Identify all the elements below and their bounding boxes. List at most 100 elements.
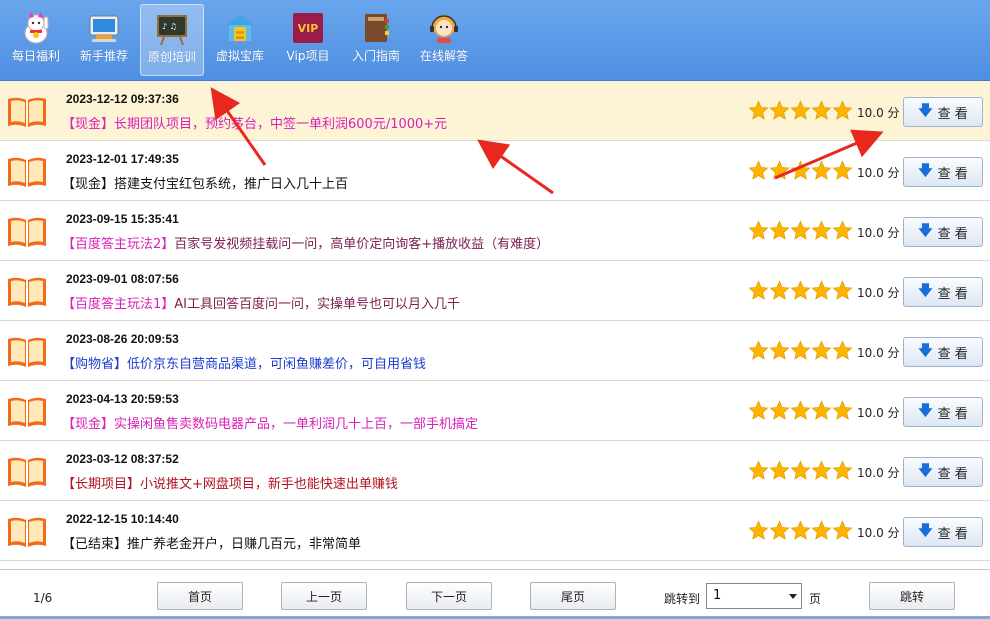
item-rating <box>748 340 853 361</box>
tool-getting-started[interactable]: 入门指南 <box>342 4 410 76</box>
item-title[interactable]: 【长期项目】小说推文+网盘项目，新手也能快速出单赚钱 <box>62 473 398 492</box>
item-score: 10.0 分 <box>857 526 900 540</box>
view-button[interactable]: 🡇 查 看 <box>903 157 983 187</box>
star-icon <box>769 460 790 480</box>
page-info: 1/6 <box>33 591 53 605</box>
star-icon <box>769 340 790 360</box>
item-score: 10.0 分 <box>857 346 900 360</box>
view-button-label: 查 看 <box>937 106 968 122</box>
download-arrow-icon: 🡇 <box>918 163 933 179</box>
star-icon <box>790 220 811 240</box>
item-date: 2023-12-01 17:49:35 <box>66 152 179 166</box>
list-item[interactable]: 2023-04-13 20:59:53 【现金】实操闲鱼售卖数码电器产品，一单利润… <box>0 381 990 441</box>
list-item[interactable]: 2023-03-12 08:37:52 【长期项目】小说推文+网盘项目，新手也能快… <box>0 441 990 501</box>
view-button-label: 查 看 <box>937 526 968 542</box>
star-icon <box>811 220 832 240</box>
treasure-icon <box>227 15 253 41</box>
star-icon <box>769 400 790 420</box>
star-icon <box>811 100 832 120</box>
item-rating <box>748 400 853 421</box>
last-page-button[interactable]: 尾页 <box>530 582 616 610</box>
tool-virtual-treasure[interactable]: 虚拟宝库 <box>206 4 274 76</box>
open-book-icon <box>8 457 46 487</box>
star-icon <box>748 220 769 240</box>
jump-label: 跳转到 <box>664 592 701 606</box>
tool-online-answers[interactable]: 在线解答 <box>410 4 478 76</box>
star-icon <box>748 280 769 300</box>
star-icon <box>832 520 853 540</box>
item-rating <box>748 280 853 301</box>
star-icon <box>769 220 790 240</box>
pagination-bar: 1/6 首页 上一页 下一页 尾页 跳转到 1 页 跳转 <box>0 569 990 619</box>
monitor-icon <box>89 15 119 42</box>
list-item[interactable]: 2023-09-01 08:07:56 【百度答主玩法1】AI工具回答百度问一问，… <box>0 261 990 321</box>
tool-label: 在线解答 <box>419 49 468 63</box>
view-button[interactable]: 🡇 查 看 <box>903 397 983 427</box>
list-item[interactable]: 2023-08-26 20:09:53 【购物省】低价京东自营商品渠道，可闲鱼赚差… <box>0 321 990 381</box>
tool-label: Vip项目 <box>286 49 330 63</box>
view-button-label: 查 看 <box>937 466 968 482</box>
item-rating <box>748 100 853 121</box>
view-button[interactable]: 🡇 查 看 <box>903 457 983 487</box>
star-icon <box>769 160 790 180</box>
first-page-button[interactable]: 首页 <box>157 582 243 610</box>
item-score: 10.0 分 <box>857 166 900 180</box>
star-icon <box>790 460 811 480</box>
download-arrow-icon: 🡇 <box>918 103 933 119</box>
view-button[interactable]: 🡇 查 看 <box>903 517 983 547</box>
open-book-icon <box>8 337 46 367</box>
item-date: 2023-03-12 08:37:52 <box>66 452 179 466</box>
item-rating <box>748 160 853 181</box>
next-page-button[interactable]: 下一页 <box>406 582 492 610</box>
item-rating <box>748 520 853 541</box>
book-stack-icon <box>365 14 389 42</box>
star-icon <box>811 400 832 420</box>
item-title[interactable]: 【百度答主玩法2】百家号发视频挂载问一问，高单价定向询客+播放收益（有难度） <box>62 233 549 252</box>
tool-original-training[interactable]: ♪ ♫ 原创培训 <box>140 4 204 76</box>
lucky-cat-icon <box>24 12 49 44</box>
tool-label: 原创培训 <box>147 50 196 64</box>
star-icon <box>790 520 811 540</box>
star-icon <box>832 160 853 180</box>
item-title[interactable]: 【百度答主玩法1】AI工具回答百度问一问，实操单号也可以月入几千 <box>62 293 460 312</box>
view-button[interactable]: 🡇 查 看 <box>903 97 983 127</box>
list-item[interactable]: 2023-12-01 17:49:35 【现金】搭建支付宝红包系统，推广日入几十上… <box>0 141 990 201</box>
view-button-label: 查 看 <box>937 346 968 362</box>
item-title[interactable]: 【现金】搭建支付宝红包系统，推广日入几十上百 <box>62 173 348 192</box>
item-rating <box>748 460 853 481</box>
tool-daily-welfare[interactable]: 每日福利 <box>2 4 70 76</box>
star-icon <box>790 100 811 120</box>
svg-text:♪ ♫: ♪ ♫ <box>162 22 177 31</box>
view-button-label: 查 看 <box>937 286 968 302</box>
item-title[interactable]: 【现金】长期团队项目，预约茅台，中签一单利润600元/1000+元 <box>62 113 447 132</box>
star-icon <box>832 100 853 120</box>
jump-button[interactable]: 跳转 <box>869 582 955 610</box>
view-button[interactable]: 🡇 查 看 <box>903 277 983 307</box>
item-date: 2023-12-12 09:37:36 <box>66 92 179 106</box>
chevron-down-icon <box>789 594 797 599</box>
tool-vip-projects[interactable]: VIP Vip项目 <box>274 4 342 76</box>
blackboard-icon: ♪ ♫ <box>157 15 187 46</box>
star-icon <box>832 460 853 480</box>
star-icon <box>832 340 853 360</box>
view-button-label: 查 看 <box>937 406 968 422</box>
download-arrow-icon: 🡇 <box>918 403 933 419</box>
star-icon <box>769 520 790 540</box>
item-title[interactable]: 【现金】实操闲鱼售卖数码电器产品，一单利润几十上百，一部手机搞定 <box>62 413 478 432</box>
view-button[interactable]: 🡇 查 看 <box>903 217 983 247</box>
item-title[interactable]: 【已结束】推广养老金开户，日赚几百元，非常简单 <box>62 533 361 552</box>
list-item[interactable]: 2023-09-15 15:35:41 【百度答主玩法2】百家号发视频挂载问一问，… <box>0 201 990 261</box>
item-date: 2023-08-26 20:09:53 <box>66 332 179 346</box>
view-button[interactable]: 🡇 查 看 <box>903 337 983 367</box>
app-window: 每日福利 新手推荐 ♪ ♫ 原创培训 虚拟宝库 VIP Vip项目 入门指南 在… <box>0 0 990 619</box>
jump-page-value: 1 <box>713 588 722 603</box>
open-book-icon <box>8 97 46 127</box>
prev-page-button[interactable]: 上一页 <box>281 582 367 610</box>
jump-page-select[interactable]: 1 <box>706 583 802 609</box>
tool-beginner-recommend[interactable]: 新手推荐 <box>70 4 138 76</box>
open-book-icon <box>8 157 46 187</box>
list-item[interactable]: 2022-12-15 10:14:40 【已结束】推广养老金开户，日赚几百元，非常… <box>0 501 990 561</box>
item-title[interactable]: 【购物省】低价京东自营商品渠道，可闲鱼赚差价，可自用省钱 <box>62 353 426 372</box>
open-book-icon <box>8 517 46 547</box>
list-item[interactable]: 2023-12-12 09:37:36 【现金】长期团队项目，预约茅台，中签一单利… <box>0 81 990 141</box>
